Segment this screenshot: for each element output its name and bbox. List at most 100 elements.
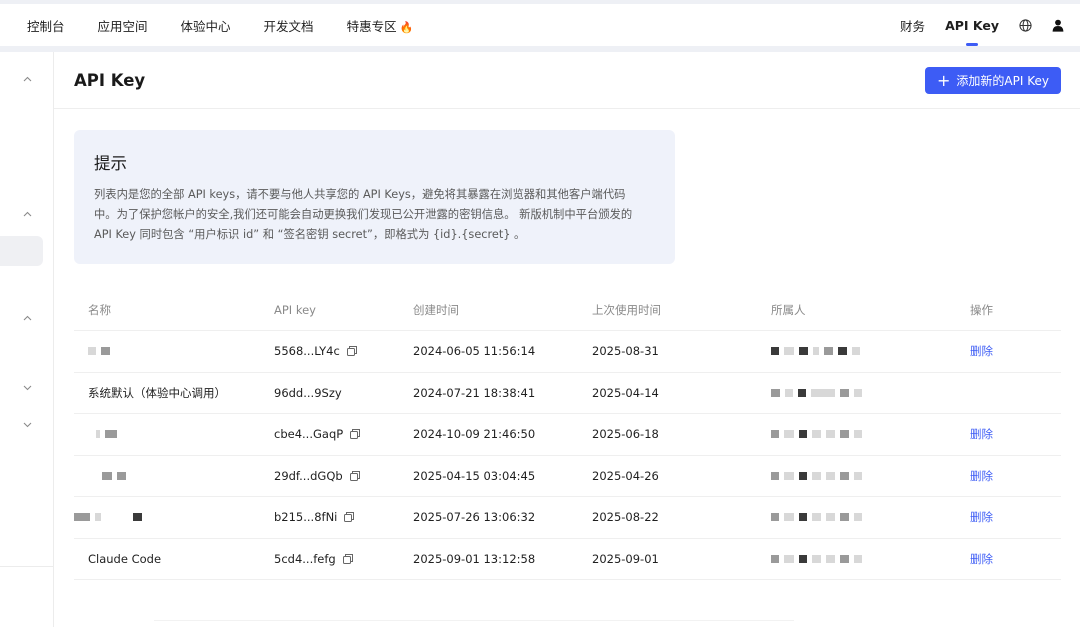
row-actions: 删除 bbox=[970, 468, 1061, 484]
row-created: 2024-06-05 11:56:14 bbox=[413, 344, 536, 359]
row-api-key: 5cd4...fefg bbox=[274, 552, 413, 566]
api-key-value: 5568...LY4c bbox=[274, 344, 340, 359]
api-key-value: 5cd4...fefg bbox=[274, 551, 336, 566]
nav-item-app-space[interactable]: 应用空间 bbox=[98, 16, 148, 35]
delete-link[interactable]: 删除 bbox=[970, 509, 993, 525]
table-row: 5568...LY4c 2024-06-05 11:56:14 2025-08-… bbox=[74, 331, 1061, 373]
api-key-value: 96dd...9Szy bbox=[274, 385, 342, 400]
notice-box: 提示 列表内是您的全部 API keys，请不要与他人共享您的 API Keys… bbox=[74, 130, 675, 264]
redacted-name bbox=[102, 469, 126, 483]
copy-icon[interactable] bbox=[342, 553, 354, 565]
row-created: 2024-10-09 21:46:50 bbox=[413, 427, 536, 442]
nav-item-api-key[interactable]: API Key bbox=[945, 4, 999, 46]
column-header-last-used: 上次使用时间 bbox=[592, 303, 661, 317]
redacted-owner bbox=[771, 427, 862, 441]
row-api-key: 29df...dGQb bbox=[274, 469, 413, 483]
plus-icon: + bbox=[937, 70, 951, 90]
page-title: API Key bbox=[74, 71, 146, 90]
row-last-used: 2025-06-18 bbox=[592, 427, 659, 442]
row-name: 系统默认（体验中心调用） bbox=[88, 385, 226, 400]
nav-item-console[interactable]: 控制台 bbox=[27, 16, 65, 35]
row-api-key: b215...8fNi bbox=[274, 510, 413, 524]
row-owner bbox=[771, 510, 970, 524]
row-name bbox=[74, 427, 274, 441]
page-header: API Key + 添加新的API Key bbox=[54, 52, 1080, 109]
row-owner bbox=[771, 469, 970, 483]
row-last-used: 2025-08-22 bbox=[592, 510, 659, 525]
row-api-key: 96dd...9Szy bbox=[274, 386, 413, 400]
table-row: cbe4...GaqP 2024-10-09 21:46:50 2025-06-… bbox=[74, 414, 1061, 456]
sidebar-item-active[interactable] bbox=[0, 236, 43, 266]
row-actions: 删除 bbox=[970, 509, 1061, 525]
copy-icon[interactable] bbox=[343, 511, 355, 523]
row-api-key: 5568...LY4c bbox=[274, 344, 413, 358]
row-actions: 删除 bbox=[970, 343, 1061, 359]
row-owner bbox=[771, 344, 970, 358]
row-created: 2025-09-01 13:12:58 bbox=[413, 551, 536, 566]
chevron-up-icon[interactable] bbox=[20, 72, 34, 86]
copy-icon[interactable] bbox=[349, 428, 361, 440]
sidebar bbox=[0, 52, 54, 627]
chevron-down-icon[interactable] bbox=[20, 381, 34, 395]
api-key-value: 29df...dGQb bbox=[274, 468, 343, 483]
table-row: 系统默认（体验中心调用） 96dd...9Szy 2024-07-21 18:3… bbox=[74, 373, 1061, 414]
add-api-key-button-label: 添加新的API Key bbox=[956, 74, 1049, 88]
nav-item-finance[interactable]: 财务 bbox=[900, 4, 925, 46]
column-header-name: 名称 bbox=[88, 303, 111, 317]
column-header-created: 创建时间 bbox=[413, 303, 459, 317]
notice-line: 中。为了保护您帐户的安全,我们还可能会自动更换我们发现已公开泄露的密钥信息。 新… bbox=[94, 208, 633, 221]
nav-item-special-offers[interactable]: 特惠专区 🔥 bbox=[347, 16, 414, 35]
chevron-down-icon[interactable] bbox=[20, 418, 34, 432]
delete-link[interactable]: 删除 bbox=[970, 426, 993, 442]
footer-divider bbox=[154, 620, 794, 621]
row-last-used: 2025-09-01 bbox=[592, 551, 659, 566]
redacted-owner bbox=[771, 386, 862, 400]
api-key-table: 名称 API key 创建时间 上次使用时间 所属人 操作 5568...LY4… bbox=[74, 290, 1061, 580]
notice-line: API Key 同时包含 “用户标识 id” 和 “签名密钥 secret”，即… bbox=[94, 228, 526, 241]
globe-icon[interactable] bbox=[1019, 18, 1032, 32]
redacted-owner bbox=[771, 344, 860, 358]
redacted-owner bbox=[771, 469, 862, 483]
row-api-key: cbe4...GaqP bbox=[274, 427, 413, 441]
nav-item-dev-docs[interactable]: 开发文档 bbox=[264, 16, 314, 35]
row-created: 2025-07-26 13:06:32 bbox=[413, 510, 536, 525]
redacted-name bbox=[96, 427, 117, 441]
api-key-value: b215...8fNi bbox=[274, 510, 338, 525]
row-name bbox=[74, 344, 274, 358]
api-key-value: cbe4...GaqP bbox=[274, 427, 344, 442]
copy-icon[interactable] bbox=[349, 470, 361, 482]
delete-link[interactable]: 删除 bbox=[970, 343, 993, 359]
main-content: API Key + 添加新的API Key 提示 列表内是您的全部 API ke… bbox=[54, 52, 1080, 627]
top-navigation: 控制台 应用空间 体验中心 开发文档 特惠专区 🔥 财务 API Key bbox=[0, 4, 1080, 46]
row-name bbox=[74, 469, 274, 483]
row-owner bbox=[771, 552, 970, 566]
row-actions: 删除 bbox=[970, 551, 1061, 567]
delete-link[interactable]: 删除 bbox=[970, 551, 993, 567]
row-owner bbox=[771, 427, 970, 441]
row-last-used: 2025-04-26 bbox=[592, 468, 659, 483]
nav-item-special-offers-label: 特惠专区 bbox=[346, 18, 397, 34]
table-header: 名称 API key 创建时间 上次使用时间 所属人 操作 bbox=[74, 290, 1061, 331]
add-api-key-button[interactable]: + 添加新的API Key bbox=[925, 67, 1061, 94]
notice-line: 列表内是您的全部 API keys，请不要与他人共享您的 API Keys，避免… bbox=[94, 188, 626, 201]
user-icon[interactable] bbox=[1052, 19, 1064, 32]
row-last-used: 2025-08-31 bbox=[592, 344, 659, 359]
chevron-up-icon[interactable] bbox=[20, 207, 34, 221]
delete-link[interactable]: 删除 bbox=[970, 468, 993, 484]
chevron-up-icon[interactable] bbox=[20, 311, 34, 325]
row-owner bbox=[771, 386, 970, 400]
redacted-owner bbox=[771, 510, 862, 524]
copy-icon[interactable] bbox=[346, 345, 358, 357]
table-row: Claude Code 5cd4...fefg 2025-09-01 13:12… bbox=[74, 539, 1061, 580]
row-name: Claude Code bbox=[88, 551, 162, 566]
row-created: 2024-07-21 18:38:41 bbox=[413, 385, 536, 400]
row-name bbox=[74, 510, 274, 524]
redacted-name bbox=[74, 510, 142, 524]
nav-item-experience-center[interactable]: 体验中心 bbox=[181, 16, 231, 35]
notice-title: 提示 bbox=[94, 154, 127, 173]
column-header-actions: 操作 bbox=[970, 303, 993, 317]
row-actions: 删除 bbox=[970, 426, 1061, 442]
row-created: 2025-04-15 03:04:45 bbox=[413, 468, 536, 483]
nav-left: 控制台 应用空间 体验中心 开发文档 特惠专区 🔥 bbox=[0, 4, 446, 46]
nav-right: 财务 API Key bbox=[880, 4, 1080, 46]
